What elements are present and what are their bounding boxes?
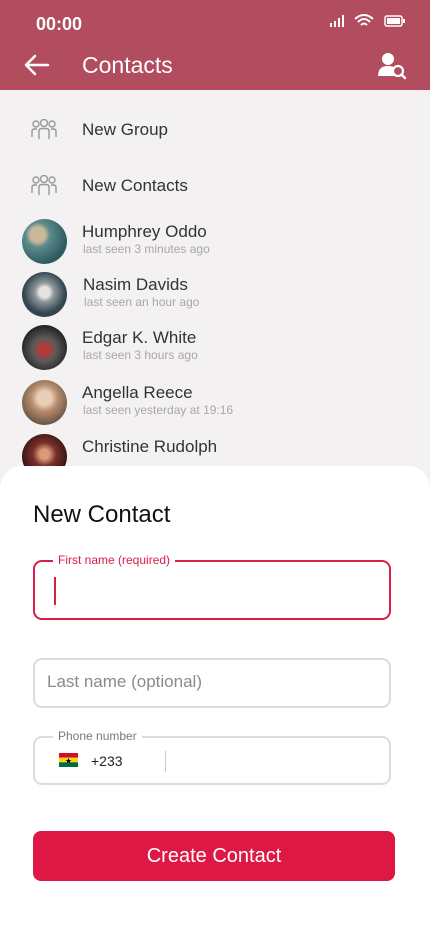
first-name-label: First name (required): [53, 553, 176, 567]
avatar: [22, 325, 67, 370]
signal-icon: [330, 15, 344, 27]
contact-name: Christine Rudolph: [82, 437, 218, 456]
contact-name: Humphrey Oddo: [82, 222, 207, 241]
status-time: 00:00: [36, 14, 83, 34]
sheet-title: New Contact: [33, 501, 171, 528]
user-search-icon: [378, 53, 407, 80]
last-name-field[interactable]: Last name (optional): [33, 658, 391, 708]
text-caret: [54, 577, 56, 605]
avatar: [22, 272, 67, 317]
search-contacts-button[interactable]: [376, 50, 408, 82]
new-contacts-label: New Contacts: [82, 176, 188, 195]
phone-number-label: Phone number: [53, 729, 142, 743]
contact-name: Nasim Davids: [83, 275, 188, 294]
last-name-placeholder: Last name (optional): [47, 672, 202, 691]
contact-last-seen: last seen an hour ago: [84, 295, 200, 309]
contact-name: Edgar K. White: [82, 328, 197, 347]
create-contact-button[interactable]: Create Contact: [33, 831, 395, 881]
battery-icon: [384, 15, 405, 27]
back-button[interactable]: [22, 50, 52, 80]
avatar: [22, 219, 67, 264]
new-contact-sheet: New Contact First name (required) Last n…: [0, 466, 430, 932]
contact-last-seen: last seen 3 minutes ago: [83, 242, 210, 256]
new-group-row[interactable]: New Group: [0, 102, 430, 158]
contact-row[interactable]: Edgar K. White last seen 3 hours ago: [0, 321, 430, 375]
contact-last-seen: last seen 3 hours ago: [83, 348, 198, 362]
avatar: [22, 380, 67, 425]
contact-row[interactable]: Humphrey Oddo last seen 3 minutes ago: [0, 215, 430, 269]
page-title: Contacts: [82, 52, 173, 78]
divider: [165, 751, 166, 772]
contact-name: Angella Reece: [82, 383, 193, 402]
contact-row[interactable]: Nasim Davids last seen an hour ago: [0, 268, 430, 322]
phone-number-field[interactable]: Phone number +233: [33, 729, 391, 785]
ghana-flag-icon[interactable]: [59, 753, 78, 767]
group-icon: [31, 173, 57, 199]
contact-row[interactable]: Angella Reece last seen yesterday at 19:…: [0, 376, 430, 430]
new-contacts-row[interactable]: New Contacts: [0, 158, 430, 214]
country-dial-code[interactable]: +233: [91, 753, 123, 769]
wifi-icon: [354, 14, 374, 26]
contact-last-seen: last seen yesterday at 19:16: [83, 403, 234, 417]
first-name-field[interactable]: First name (required): [33, 553, 391, 620]
new-group-label: New Group: [82, 120, 168, 139]
group-icon: [31, 117, 57, 143]
status-icons: [330, 14, 406, 28]
back-arrow-icon: [24, 54, 50, 76]
app-header: 00:00 Contacts: [0, 0, 430, 90]
